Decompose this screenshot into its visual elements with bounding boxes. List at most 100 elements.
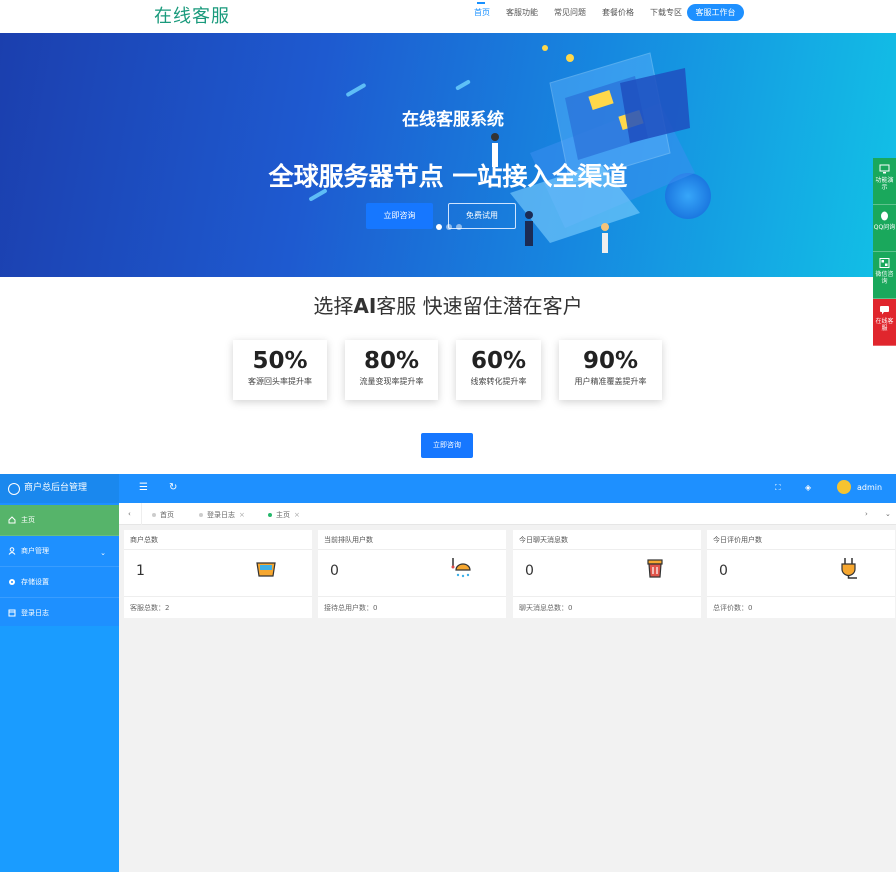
tab-main[interactable]: 主页 ×: [268, 510, 300, 520]
tab-label: 首页: [160, 511, 174, 519]
close-icon[interactable]: ×: [294, 511, 300, 519]
title-part: 选择: [313, 294, 354, 318]
carousel-dot[interactable]: [436, 224, 442, 230]
consult-now-button[interactable]: 立即咨询: [366, 203, 433, 229]
sidebar-item-label: 商户管理: [21, 547, 49, 555]
stat-card: 80% 流量变现率提升率: [345, 340, 438, 400]
tab-scroll-left[interactable]: ‹: [128, 510, 131, 518]
card-title: 今日评价用户数: [707, 530, 895, 550]
chevron-down-icon: ⌄: [885, 510, 891, 518]
stat-value: 80%: [363, 348, 420, 374]
refresh-icon[interactable]: ↻: [169, 482, 177, 493]
stat-label: 客源回头率提升率: [248, 377, 312, 386]
stat-value: 90%: [582, 348, 639, 374]
workbench-button[interactable]: 客服工作台: [687, 4, 744, 21]
gear-icon: [9, 579, 15, 585]
card-value: 1: [136, 563, 145, 579]
nav-item-pricing[interactable]: 套餐价格: [602, 7, 634, 19]
menu-toggle-icon[interactable]: ☰: [139, 482, 148, 493]
carousel-dot[interactable]: [456, 224, 462, 230]
consult-now-button[interactable]: 立即咨询: [421, 433, 473, 458]
carousel-dot[interactable]: [446, 224, 452, 230]
sidebar-item-storage[interactable]: 存储设置: [0, 567, 119, 598]
shower-icon: [451, 558, 471, 578]
carousel-dots: [436, 224, 462, 230]
layers-icon[interactable]: ◈: [805, 483, 811, 492]
main-menu: 首页 客服功能 常见问题 套餐价格 下载专区: [474, 2, 682, 19]
stat-label: 流量变现率提升率: [359, 377, 424, 386]
card-footer: 聊天消息总数：0: [513, 596, 701, 618]
close-icon[interactable]: ×: [239, 511, 245, 519]
divider: [141, 503, 142, 525]
nav-item-faq[interactable]: 常见问题: [554, 7, 586, 19]
qq-icon: [881, 211, 888, 221]
admin-brand[interactable]: 商户总后台管理: [0, 474, 119, 503]
fullscreen-icon[interactable]: ⛶: [775, 483, 781, 493]
plug-icon: [841, 558, 857, 579]
sidebar-empty-area: [0, 626, 119, 872]
stat-card-ratings: 今日评价用户数 0 总评价数：0: [707, 530, 895, 618]
sidebar-item-label: 登录日志: [21, 609, 49, 617]
stat-card-queue: 当前排队用户数 0 接待总用户数：0: [318, 530, 506, 618]
nav-item-home[interactable]: 首页: [474, 2, 490, 19]
nav-item-download[interactable]: 下载专区: [650, 7, 682, 19]
float-label: QQ问询: [873, 224, 896, 231]
card-value: 0: [719, 563, 728, 579]
stat-label: 线索转化提升率: [470, 377, 527, 386]
tab-menu[interactable]: ⌄: [885, 510, 891, 518]
stat-value: 60%: [470, 348, 527, 374]
tab-bar: ‹ 首页 登录日志 × 主页 × › ⌄: [119, 503, 896, 525]
nav-item-features[interactable]: 客服功能: [506, 7, 538, 19]
float-label: 功能演示: [875, 177, 894, 191]
stat-label: 用户精准覆盖提升率: [574, 377, 647, 386]
qrcode-icon: [879, 258, 890, 268]
stat-card: 60% 线索转化提升率: [456, 340, 541, 400]
monitor-icon: [879, 164, 890, 174]
card-footer: 客服总数：2: [124, 596, 312, 618]
stat-card: 50% 客源回头率提升率: [233, 340, 327, 400]
home-icon: [8, 516, 16, 524]
admin-sidebar: 商户总后台管理 主页 商户管理 ⌄ 存储设置 登录日志: [0, 474, 119, 872]
sidebar-item-home[interactable]: 主页: [0, 505, 119, 536]
card-footer: 总评价数：0: [707, 596, 895, 618]
chevron-right-icon: ›: [865, 510, 868, 518]
title-part-bold: AI: [353, 294, 377, 318]
card-footer: 接待总用户数：0: [318, 596, 506, 618]
admin-header: ☰ ↻ ⛶ ◈ admin: [119, 474, 896, 503]
sidebar-item-merchants[interactable]: 商户管理 ⌄: [0, 536, 119, 567]
floating-contact-bar: 功能演示 QQ问询 微信咨询 在线客服: [873, 158, 896, 349]
tab-login-log[interactable]: 登录日志 ×: [199, 510, 245, 520]
card-title: 今日聊天消息数: [513, 530, 701, 550]
hero-title: 全球服务器节点 一站接入全渠道: [268, 162, 628, 191]
decor-stroke: [455, 79, 471, 91]
admin-panel: 商户总后台管理 主页 商户管理 ⌄ 存储设置 登录日志 ☰ ↻ ⛶ ◈ admi…: [0, 474, 896, 872]
avatar[interactable]: [837, 480, 851, 494]
tab-dot: [152, 513, 156, 517]
card-value: 0: [330, 563, 339, 579]
float-label: 在线客服: [875, 318, 894, 332]
tab-dot: [199, 513, 203, 517]
log-icon: [8, 609, 16, 617]
float-item-demo[interactable]: 功能演示: [873, 158, 896, 205]
site-logo[interactable]: 在线客服: [154, 2, 230, 28]
brand-icon: [8, 482, 20, 495]
admin-username[interactable]: admin: [857, 483, 882, 492]
admin-brand-label: 商户总后台管理: [24, 483, 88, 493]
top-nav: 在线客服 首页 客服功能 常见问题 套餐价格 下载专区 客服工作台: [0, 0, 896, 33]
stat-card-messages: 今日聊天消息数 0 聊天消息总数：0: [513, 530, 701, 618]
float-item-qq[interactable]: QQ问询: [873, 205, 896, 252]
card-title: 商户总数: [124, 530, 312, 550]
hero-illustration: [491, 45, 695, 253]
sidebar-item-label: 主页: [21, 516, 35, 524]
stat-card-merchants: 商户总数 1 客服总数：2: [124, 530, 312, 618]
stat-card: 90% 用户精准覆盖提升率: [559, 340, 662, 400]
tab-scroll-right[interactable]: ›: [865, 510, 868, 518]
card-title: 当前排队用户数: [318, 530, 506, 550]
sidebar-item-label: 存储设置: [21, 578, 49, 586]
sidebar-item-login-log[interactable]: 登录日志: [0, 598, 119, 629]
tab-label: 登录日志: [207, 511, 235, 519]
tab-home[interactable]: 首页: [152, 510, 174, 520]
tab-label: 主页: [276, 511, 290, 519]
decor-stroke: [345, 82, 367, 98]
hero-banner: 在线客服系统 全球服务器节点 一站接入全渠道 立即咨询 免费试用: [0, 33, 896, 277]
